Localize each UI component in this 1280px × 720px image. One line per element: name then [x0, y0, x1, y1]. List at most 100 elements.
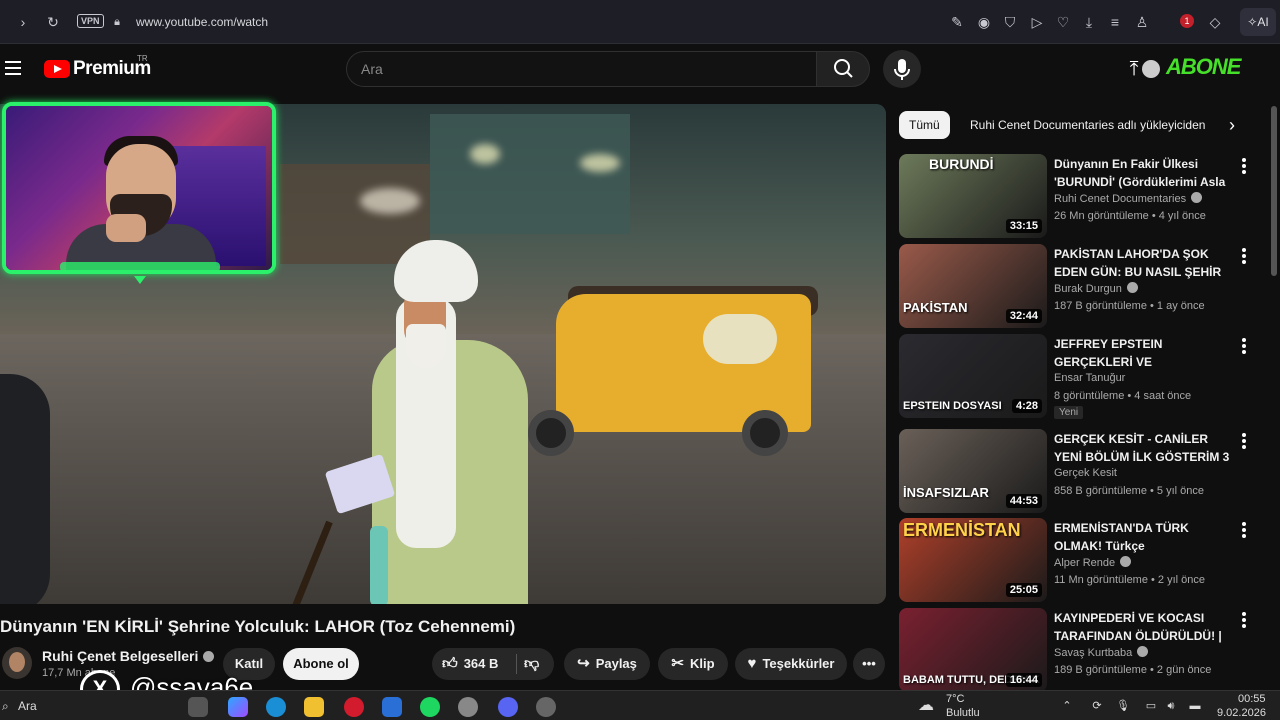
recommendation-title-text[interactable]: PAKİSTAN LAHOR'DA ŞOK EDEN GÜN: BU NASIL… — [1054, 247, 1221, 279]
search-button[interactable] — [816, 51, 870, 87]
subscribe-button[interactable]: Abone ol — [283, 648, 359, 680]
app-icon[interactable] — [188, 697, 208, 717]
like-count[interactable]: 364 B — [464, 656, 499, 671]
more-vertical-icon[interactable] — [1239, 433, 1249, 451]
more-vertical-icon[interactable] — [1239, 158, 1249, 176]
mail-icon[interactable] — [382, 697, 402, 717]
cloud-icon[interactable]: ☁ — [918, 691, 942, 720]
recommendation-title[interactable]: KAYINPEDERİ VE KOCASI TARAFINDAN ÖLDÜRÜL… — [1054, 609, 1234, 645]
edge-icon[interactable] — [266, 697, 286, 717]
app-icon[interactable] — [536, 697, 556, 717]
edit-icon[interactable]: ✎ — [948, 13, 966, 31]
discord-icon[interactable] — [498, 697, 518, 717]
microphone-icon[interactable]: 🎙︎ — [1116, 699, 1130, 713]
spotify-icon[interactable] — [420, 697, 440, 717]
recommendation-channel[interactable]: Ruhi Cenet Documentaries — [1054, 192, 1203, 205]
page-scrollbar[interactable] — [1270, 96, 1278, 720]
recommendation-meta: 11 Mn görüntüleme • 2 yıl önce — [1054, 574, 1206, 586]
chevron-up-icon[interactable]: ⌃ — [1060, 699, 1074, 713]
play-icon[interactable]: ▷ — [1028, 13, 1046, 31]
recommendation-title-text[interactable]: Dünyanın En Fakir Ülkesi 'BURUNDİ' (Görd… — [1054, 157, 1225, 191]
recommendation-channel[interactable]: Ensar Tanuğur — [1054, 372, 1125, 384]
share-button[interactable]: ↪ Paylaş — [564, 648, 650, 680]
vpn-button[interactable]: VPN — [77, 14, 104, 28]
clip-button[interactable]: ✂ Klip — [658, 648, 728, 680]
upload-icon[interactable]: ⤒ — [1124, 58, 1144, 80]
recommendation-title-text[interactable]: KAYINPEDERİ VE KOCASI TARAFINDAN ÖLDÜRÜL… — [1054, 611, 1222, 645]
channel-avatar[interactable] — [2, 647, 32, 679]
recommendation-title-text[interactable]: JEFFREY EPSTEIN GERÇEKLERİ VE BİLİNMEYEN… — [1054, 337, 1164, 371]
ai-button[interactable]: ✧AI — [1240, 8, 1276, 36]
recommendation-title-text[interactable]: ERMENİSTAN'DA TÜRK OLMAK! Türkçe konuştu… — [1054, 521, 1199, 555]
recommendation-title[interactable]: PAKİSTAN LAHOR'DA ŞOK EDEN GÜN: BU NASIL… — [1054, 245, 1234, 281]
recommendation-channel[interactable]: Savaş Kurtbaba — [1054, 646, 1149, 659]
video-thumbnail[interactable]: BABAM TUTTU, DEDEM K 16:44 — [899, 608, 1047, 692]
account-icon[interactable]: ♙ — [1133, 13, 1151, 31]
video-thumbnail[interactable]: BURUNDİ 33:15 — [899, 154, 1047, 238]
voice-search-button[interactable] — [883, 50, 921, 88]
more-vertical-icon[interactable] — [1239, 612, 1249, 630]
taskbar-search[interactable]: ⌕ Ara — [0, 691, 130, 720]
forward-icon[interactable]: › — [14, 13, 32, 31]
volume-icon[interactable]: 🔊︎ — [1164, 699, 1178, 713]
more-actions-button[interactable]: ••• — [853, 648, 885, 680]
more-vertical-icon[interactable] — [1239, 522, 1249, 540]
lock-icon: 🔒︎ — [114, 16, 120, 28]
recommendation-channel-text[interactable]: Ruhi Cenet Documentaries — [1054, 193, 1186, 205]
chip-from-uploader[interactable]: Ruhi Cenet Documentaries adlı yükleyicid… — [960, 111, 1210, 139]
channel-name-text[interactable]: Ruhi Çenet Belgeselleri — [42, 648, 198, 664]
cube-icon[interactable]: ◇ — [1206, 13, 1224, 31]
video-thumbnail[interactable]: ERMENİSTAN 25:05 — [899, 518, 1047, 602]
recommendation-title-text[interactable]: GERÇEK KESİT - CANİLER YENİ BÖLÜM İLK GÖ… — [1054, 432, 1229, 466]
sync-icon[interactable]: ⟳ — [1090, 699, 1104, 713]
recommendation-channel-text[interactable]: Burak Durgun — [1054, 283, 1122, 295]
recommendation-channel-text[interactable]: Ensar Tanuğur — [1054, 372, 1125, 384]
recommendation-item[interactable]: İNSAFSIZLAR 44:53 GERÇEK KESİT - CANİLER Y… — [899, 429, 1259, 513]
battery-icon[interactable]: ▬ — [1188, 699, 1202, 713]
clock-date[interactable]: 9.02.2026 — [1217, 707, 1266, 720]
chevron-right-icon[interactable]: › — [1222, 114, 1242, 136]
opera-icon[interactable] — [344, 697, 364, 717]
display-icon[interactable]: ▭ — [1144, 699, 1158, 713]
camera-icon[interactable]: ◉ — [975, 13, 993, 31]
thanks-button[interactable]: ♥ Teşekkürler — [735, 648, 847, 680]
like-icon[interactable]: 👍︎ — [442, 648, 458, 680]
heart-icon[interactable]: ♡ — [1054, 13, 1072, 31]
more-vertical-icon[interactable] — [1239, 338, 1249, 356]
folder-icon[interactable] — [304, 697, 324, 717]
list-icon[interactable]: ≡ — [1106, 13, 1124, 31]
recommendation-channel[interactable]: Burak Durgun — [1054, 282, 1138, 295]
recommendation-title[interactable]: ERMENİSTAN'DA TÜRK OLMAK! Türkçe konuştu… — [1054, 519, 1234, 555]
recommendation-title[interactable]: JEFFREY EPSTEIN GERÇEKLERİ VE BİLİNMEYEN… — [1054, 335, 1234, 371]
video-thumbnail[interactable]: PAKİSTAN 32:44 — [899, 244, 1047, 328]
video-thumbnail[interactable]: İNSAFSIZLAR 44:53 — [899, 429, 1047, 513]
video-thumbnail[interactable]: EPSTEIN DOSYASI 4:28 — [899, 334, 1047, 418]
dislike-icon[interactable]: 👎︎ — [524, 648, 539, 680]
menu-icon[interactable] — [5, 61, 21, 75]
more-vertical-icon[interactable] — [1239, 248, 1249, 266]
copilot-icon[interactable] — [228, 697, 248, 717]
recommendation-channel-text[interactable]: Gerçek Kesit — [1054, 467, 1117, 479]
address-bar[interactable]: www.youtube.com/watch — [136, 15, 268, 29]
recommendation-channel[interactable]: Alper Rende — [1054, 556, 1132, 569]
recommendation-title[interactable]: Dünyanın En Fakir Ülkesi 'BURUNDİ' (Görd… — [1054, 155, 1234, 191]
shield-icon[interactable]: ⛉ — [1001, 13, 1019, 31]
reload-icon[interactable]: ↻ — [44, 13, 62, 31]
recommendation-item[interactable]: BURUNDİ 33:15 Dünyanın En Fakir Ülkesi 'BU… — [899, 154, 1259, 238]
chatgpt-icon[interactable] — [458, 697, 478, 717]
download-icon[interactable]: ⤓ — [1080, 13, 1098, 31]
microphone-icon — [894, 59, 910, 80]
recommendation-channel-text[interactable]: Savaş Kurtbaba — [1054, 647, 1132, 659]
recommendation-item[interactable]: EPSTEIN DOSYASI 4:28 JEFFREY EPSTEIN GERÇE… — [899, 334, 1259, 419]
search-input[interactable]: Ara — [346, 51, 816, 87]
recommendation-item[interactable]: ERMENİSTAN 25:05 ERMENİSTAN'DA TÜRK OLMAK!… — [899, 518, 1259, 602]
extension-badge[interactable]: 1 — [1180, 14, 1194, 28]
recommendation-channel[interactable]: Gerçek Kesit — [1054, 467, 1117, 479]
recommendation-title[interactable]: GERÇEK KESİT - CANİLER YENİ BÖLÜM İLK GÖ… — [1054, 430, 1234, 466]
youtube-logo-icon[interactable] — [44, 60, 70, 78]
chip-all[interactable]: Tümü — [899, 111, 950, 139]
recommendation-item[interactable]: PAKİSTAN 32:44 PAKİSTAN LAHOR'DA ŞOK EDEN … — [899, 244, 1259, 328]
recommendation-channel-text[interactable]: Alper Rende — [1054, 557, 1115, 569]
channel-name[interactable]: Ruhi Çenet Belgeselleri — [42, 648, 215, 664]
recommendation-item[interactable]: BABAM TUTTU, DEDEM K 16:44 KAYINPEDERİ VE … — [899, 608, 1259, 692]
